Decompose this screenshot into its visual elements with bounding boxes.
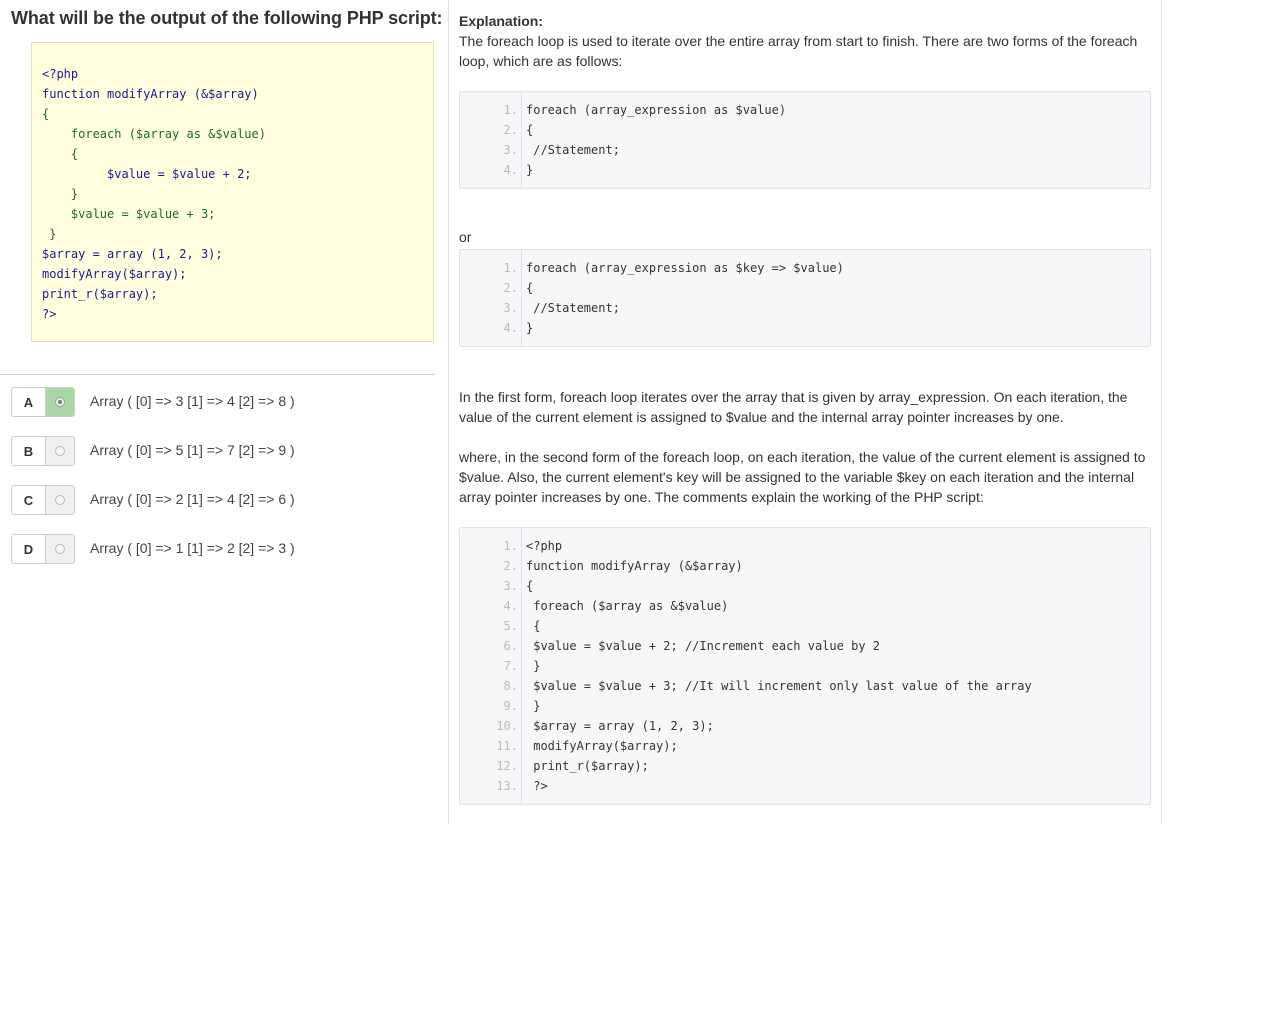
line-number: 1. [503, 539, 518, 553]
option-d-text[interactable]: Array ( [0] => 1 [1] => 2 [2] => 3 ) [90, 540, 295, 556]
option-c-radio-cell[interactable] [46, 486, 74, 514]
option-a-selector[interactable]: A [11, 387, 75, 417]
option-b-text[interactable]: Array ( [0] => 5 [1] => 7 [2] => 9 ) [90, 442, 295, 458]
code-line: } [526, 659, 541, 673]
line-number: 7. [503, 659, 518, 673]
line-number: 10. [496, 719, 518, 733]
code-line: print_r($array); [42, 287, 158, 301]
radio-icon[interactable] [55, 446, 65, 456]
code-line: ?> [42, 307, 57, 321]
code-line: { [526, 281, 534, 295]
option-letter: C [12, 486, 46, 514]
code-line: $value = $value + 2; //Increment each va… [526, 639, 881, 653]
code-line: $array = array (1, 2, 3); [42, 247, 223, 261]
code-line: modifyArray($array); [42, 267, 187, 281]
code-line: //Statement; [526, 143, 620, 157]
code-line: foreach ($array as &$value) [526, 599, 729, 613]
option-a-text[interactable]: Array ( [0] => 3 [1] => 4 [2] => 8 ) [90, 393, 295, 409]
code-line: } [526, 699, 541, 713]
question-code-box: <?php function modifyArray (&$array) { f… [31, 42, 434, 342]
line-number: 3. [503, 301, 518, 315]
code-line: } [526, 321, 534, 335]
line-number: 4. [503, 163, 518, 177]
line-number: 3. [503, 143, 518, 157]
code-line: //Statement; [526, 301, 620, 315]
code-block-3: 1. <?php 2. function modifyArray (&$array)… [459, 527, 1151, 805]
line-number: 6. [503, 639, 518, 653]
code-line: ?> [526, 779, 548, 793]
code-line: } [526, 163, 534, 177]
code-line: { [526, 579, 534, 593]
option-b-selector[interactable]: B [11, 436, 75, 466]
code-line: { [526, 619, 541, 633]
code-line: <?php [526, 539, 563, 553]
code-line: } [42, 187, 79, 201]
code-line: print_r($array); [526, 759, 649, 773]
question-title: What will be the output of the following… [11, 8, 443, 28]
line-number: 4. [503, 599, 518, 613]
option-d-selector[interactable]: D [11, 534, 75, 564]
line-number: 4. [503, 321, 518, 335]
line-number: 5. [503, 619, 518, 633]
line-number: 13. [496, 779, 518, 793]
code-line: $value = $value + 3; //It will increment… [526, 679, 1032, 693]
explanation-paragraph-2: where, in the second form of the foreach… [459, 449, 1146, 505]
radio-icon[interactable] [55, 495, 65, 505]
code-line: function modifyArray (&$array) [42, 87, 259, 101]
option-letter: D [12, 535, 46, 563]
divider [0, 374, 435, 375]
code-line: { [42, 107, 50, 121]
code-line: $value = $value + 3; [42, 207, 216, 221]
code-line: modifyArray($array); [526, 739, 678, 753]
radio-icon[interactable] [55, 397, 65, 407]
code-line: function modifyArray (&$array) [526, 559, 743, 573]
line-number: 2. [503, 123, 518, 137]
line-number: 3. [503, 579, 518, 593]
line-number: 9. [503, 699, 518, 713]
code-block-1: 1. foreach (array_expression as $value) 2… [459, 91, 1151, 189]
code-line: foreach (array_expression as $key => $va… [526, 261, 844, 275]
line-number: 11. [496, 739, 518, 753]
code-line: <?php [42, 67, 79, 81]
code-line: { [42, 147, 79, 161]
code-block-2: 1. foreach (array_expression as $key => $… [459, 249, 1151, 347]
option-d-radio-cell[interactable] [46, 535, 74, 563]
line-number: 2. [503, 281, 518, 295]
line-number: 12. [496, 759, 518, 773]
code-line: } [42, 227, 57, 241]
line-number: 8. [503, 679, 518, 693]
or-text: or [459, 229, 472, 245]
option-c-text[interactable]: Array ( [0] => 2 [1] => 4 [2] => 6 ) [90, 491, 295, 507]
option-b-radio-cell[interactable] [46, 437, 74, 465]
explanation-paragraph-1: In the first form, foreach loop iterates… [459, 389, 1128, 425]
code-line: $value = $value + 2; [42, 167, 252, 181]
option-a-radio-cell[interactable] [46, 388, 74, 416]
code-line: $array = array (1, 2, 3); [526, 719, 714, 733]
code-line: foreach ($array as &$value) [42, 127, 266, 141]
code-line: { [526, 123, 534, 137]
line-number: 1. [503, 261, 518, 275]
line-number: 2. [503, 559, 518, 573]
line-number: 1. [503, 103, 518, 117]
explanation-title: Explanation: [459, 13, 544, 29]
option-c-selector[interactable]: C [11, 485, 75, 515]
option-letter: A [12, 388, 46, 416]
option-letter: B [12, 437, 46, 465]
radio-icon[interactable] [55, 544, 65, 554]
question-code: <?php function modifyArray (&$array) { f… [42, 64, 266, 324]
explanation-intro: The foreach loop is used to iterate over… [459, 33, 1138, 69]
code-line: foreach (array_expression as $value) [526, 103, 787, 117]
